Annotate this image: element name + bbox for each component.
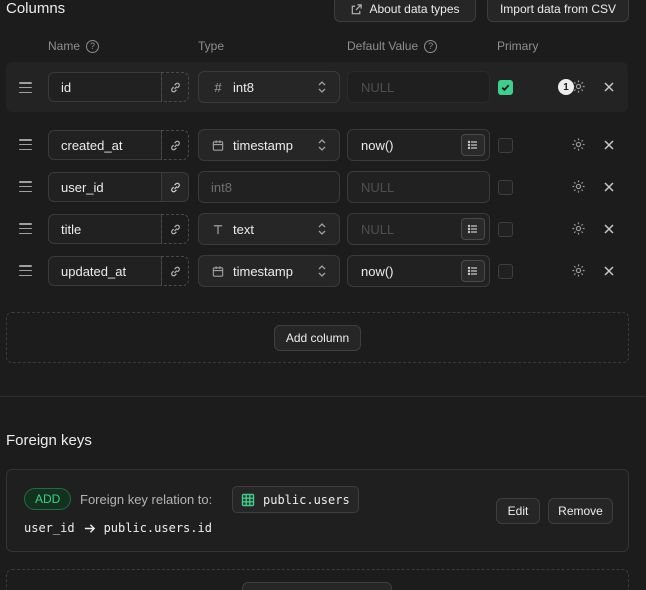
column-type-select[interactable]: text — [198, 213, 340, 245]
link-icon[interactable] — [161, 214, 189, 244]
about-data-types-label: About data types — [369, 2, 460, 16]
column-name-input[interactable]: created_at — [48, 130, 162, 160]
columns-title: Columns — [6, 0, 66, 17]
help-icon[interactable]: ? — [86, 39, 100, 53]
column-row-user-id: user_id int8 NULL — [6, 169, 628, 205]
column-type-value: timestamp — [233, 263, 293, 279]
header-primary: Primary — [497, 39, 539, 53]
link-icon[interactable] — [161, 130, 189, 160]
add-foreign-key-button[interactable] — [242, 582, 392, 590]
column-type-value: int8 — [211, 179, 232, 195]
primary-checkbox[interactable] — [498, 180, 513, 195]
column-type-select[interactable]: timestamp — [198, 255, 340, 287]
target-table-name: public.users — [263, 492, 350, 507]
header-default-label: Default Value — [347, 39, 419, 53]
column-row-updated-at: updated_at timestamp now() — [6, 253, 628, 289]
link-icon[interactable] — [161, 256, 189, 286]
status-badge: ADD — [24, 488, 72, 510]
source-column: user_id — [24, 521, 75, 535]
chevron-up-down-icon — [318, 139, 326, 151]
foreign-keys-title: Foreign keys — [6, 432, 92, 449]
column-name-input[interactable]: user_id — [48, 172, 162, 202]
close-icon[interactable] — [603, 81, 615, 93]
import-csv-button[interactable]: Import data from CSV — [487, 0, 629, 22]
column-type-select[interactable]: int8 — [198, 171, 340, 203]
default-value-input[interactable]: now() — [347, 129, 490, 161]
drag-handle-icon[interactable] — [19, 265, 32, 276]
remove-label: Remove — [558, 504, 603, 518]
import-csv-label: Import data from CSV — [499, 2, 617, 16]
default-value-input[interactable]: NULL — [347, 71, 490, 103]
list-icon[interactable] — [461, 218, 485, 240]
column-name-input[interactable]: updated_at — [48, 256, 162, 286]
header-name-label: Name — [48, 39, 81, 53]
text-type-icon — [213, 224, 223, 234]
target-column: public.users.id — [103, 521, 212, 535]
close-icon[interactable] — [603, 139, 615, 151]
default-value-input[interactable]: NULL — [347, 171, 490, 203]
section-divider — [0, 396, 646, 397]
primary-checkbox[interactable] — [498, 264, 513, 279]
default-value-input[interactable]: NULL — [347, 213, 490, 245]
calendar-icon — [212, 139, 224, 151]
primary-checkbox[interactable] — [498, 138, 513, 153]
help-icon[interactable]: ? — [424, 39, 438, 53]
external-link-icon — [352, 3, 363, 14]
column-name-input[interactable]: id — [48, 72, 162, 102]
link-icon[interactable] — [161, 72, 189, 102]
drag-handle-icon[interactable] — [19, 139, 32, 150]
add-column-button[interactable]: Add column — [274, 325, 361, 351]
column-row-created-at: created_at timestamp now() — [6, 127, 628, 163]
default-value-text: now() — [361, 137, 394, 153]
column-type-value: int8 — [233, 79, 254, 95]
primary-checkbox[interactable] — [498, 222, 513, 237]
chevron-up-down-icon — [318, 265, 326, 277]
target-table-pill: public.users — [232, 486, 359, 513]
close-icon[interactable] — [603, 223, 615, 235]
column-type-select[interactable]: timestamp — [198, 129, 340, 161]
default-value-input[interactable]: now() — [347, 255, 490, 287]
column-type-select[interactable]: # int8 — [198, 71, 340, 103]
arrow-right-icon — [84, 523, 95, 533]
list-icon[interactable] — [461, 134, 485, 156]
header-name: Name ? — [48, 39, 100, 53]
gear-icon[interactable] — [571, 221, 586, 236]
default-value-text: now() — [361, 263, 394, 279]
remove-button[interactable]: Remove — [548, 498, 613, 524]
header-type: Type — [198, 39, 225, 53]
drag-handle-icon[interactable] — [19, 181, 32, 192]
default-value-placeholder: NULL — [361, 221, 395, 237]
chevron-up-down-icon — [318, 223, 326, 235]
drag-handle-icon[interactable] — [19, 82, 32, 93]
close-icon[interactable] — [603, 181, 615, 193]
relation-mapping: user_id public.users.id — [24, 521, 212, 535]
add-column-label: Add column — [285, 331, 350, 345]
edit-label: Edit — [507, 504, 529, 518]
column-row-title: title text NULL — [6, 211, 628, 247]
header-default: Default Value ? — [347, 39, 438, 53]
column-row-id: id # int8 NULL 1 — [6, 62, 628, 112]
edit-button[interactable]: Edit — [496, 498, 540, 524]
link-icon[interactable] — [161, 172, 189, 202]
gear-icon[interactable] — [571, 179, 586, 194]
relation-label: Foreign key relation to: — [80, 492, 213, 507]
count-badge: 1 — [558, 79, 574, 95]
hash-icon: # — [214, 79, 222, 95]
chevron-up-down-icon — [318, 81, 326, 93]
foreign-key-card: ADD Foreign key relation to: public.user… — [6, 469, 629, 552]
column-type-value: text — [233, 221, 254, 237]
calendar-icon — [212, 265, 224, 277]
column-type-value: timestamp — [233, 137, 293, 153]
primary-checkbox[interactable] — [498, 80, 513, 95]
gear-icon[interactable] — [571, 263, 586, 278]
table-icon — [241, 493, 255, 506]
about-data-types-button[interactable]: About data types — [334, 0, 476, 22]
column-name-input[interactable]: title — [48, 214, 162, 244]
list-icon[interactable] — [461, 260, 485, 282]
close-icon[interactable] — [603, 265, 615, 277]
gear-icon[interactable] — [571, 137, 586, 152]
drag-handle-icon[interactable] — [19, 223, 32, 234]
check-icon — [501, 84, 510, 92]
